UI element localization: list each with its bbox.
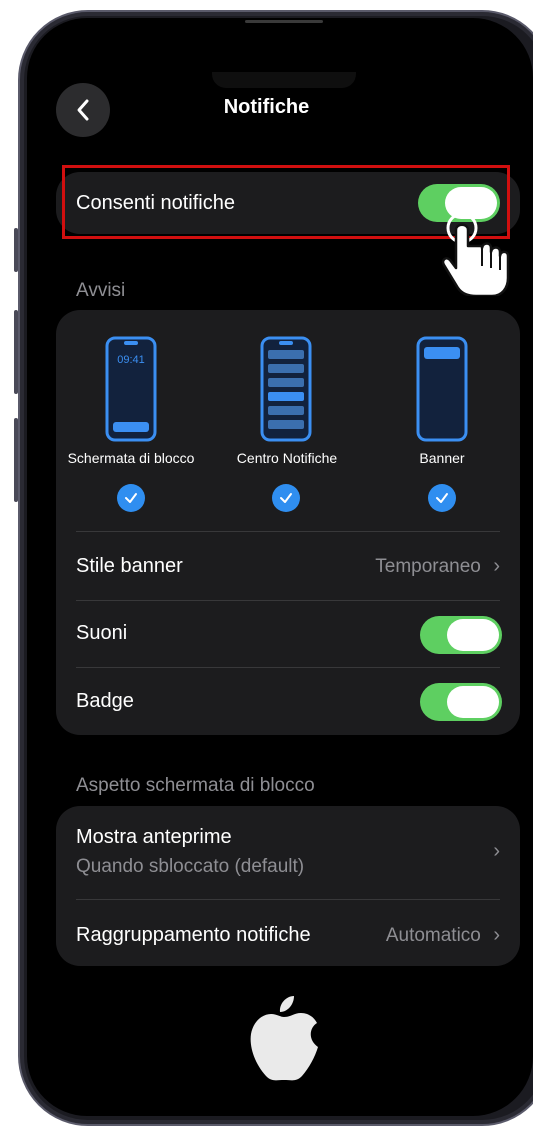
- notification-center-checkmark[interactable]: [272, 484, 300, 512]
- banner-style-value-wrap: Temporaneo ›: [375, 555, 500, 578]
- chevron-right-icon: ›: [493, 554, 500, 577]
- checkmark-icon: [436, 493, 448, 503]
- page-title: Notifiche: [223, 96, 310, 118]
- speaker-grille: [245, 20, 323, 23]
- apple-logo-icon: [250, 996, 318, 1081]
- sounds-toggle[interactable]: [420, 616, 502, 654]
- checkmark-icon: [280, 493, 292, 503]
- notification-grouping-value: Automatico: [385, 924, 481, 946]
- notification-center-phone-icon[interactable]: [260, 336, 312, 442]
- banner-style-label: Stile banner: [76, 554, 183, 577]
- banner-checkmark[interactable]: [428, 484, 456, 512]
- show-previews-row[interactable]: Mostra anteprime Quando sbloccato (defau…: [76, 822, 500, 884]
- divider: [76, 600, 500, 601]
- banner-label: Banner: [419, 450, 465, 466]
- notification-grouping-row[interactable]: Raggruppamento notifiche Automatico ›: [76, 914, 500, 956]
- chevron-right-icon: ›: [493, 840, 500, 862]
- toggle-knob: [447, 686, 499, 718]
- notification-grouping-value-wrap: Automatico ›: [386, 924, 500, 947]
- chevron-right-icon: ›: [493, 923, 500, 946]
- checkmark-icon: [125, 493, 137, 503]
- section-header-lock-screen: Aspetto schermata di blocco: [76, 775, 315, 796]
- badge-label: Badge: [76, 689, 134, 712]
- lock-screen-phone-icon[interactable]: [105, 336, 157, 442]
- toggle-knob: [447, 619, 499, 651]
- notification-grouping-label: Raggruppamento notifiche: [76, 923, 311, 946]
- hand-pointer-icon: [441, 212, 510, 296]
- show-previews-value: Quando sbloccato (default): [76, 856, 305, 877]
- banner-style-row[interactable]: Stile banner Temporaneo ›: [76, 545, 500, 587]
- lock-screen-checkmark[interactable]: [117, 484, 145, 512]
- lock-screen-time: 09:41: [117, 354, 145, 366]
- sounds-label: Suoni: [76, 621, 128, 644]
- section-header-avvisi: Avvisi: [76, 280, 126, 301]
- badge-toggle[interactable]: [420, 683, 502, 721]
- divider: [76, 667, 500, 668]
- show-previews-label: Mostra anteprime: [76, 826, 232, 848]
- notification-center-label: Centro Notifiche: [236, 450, 338, 466]
- divider: [76, 531, 500, 532]
- banner-style-value: Temporaneo: [375, 555, 481, 577]
- lock-screen-label: Schermata di blocco: [67, 450, 195, 466]
- banner-phone-icon[interactable]: [416, 336, 468, 442]
- divider: [76, 899, 500, 900]
- dynamic-island: [212, 72, 356, 88]
